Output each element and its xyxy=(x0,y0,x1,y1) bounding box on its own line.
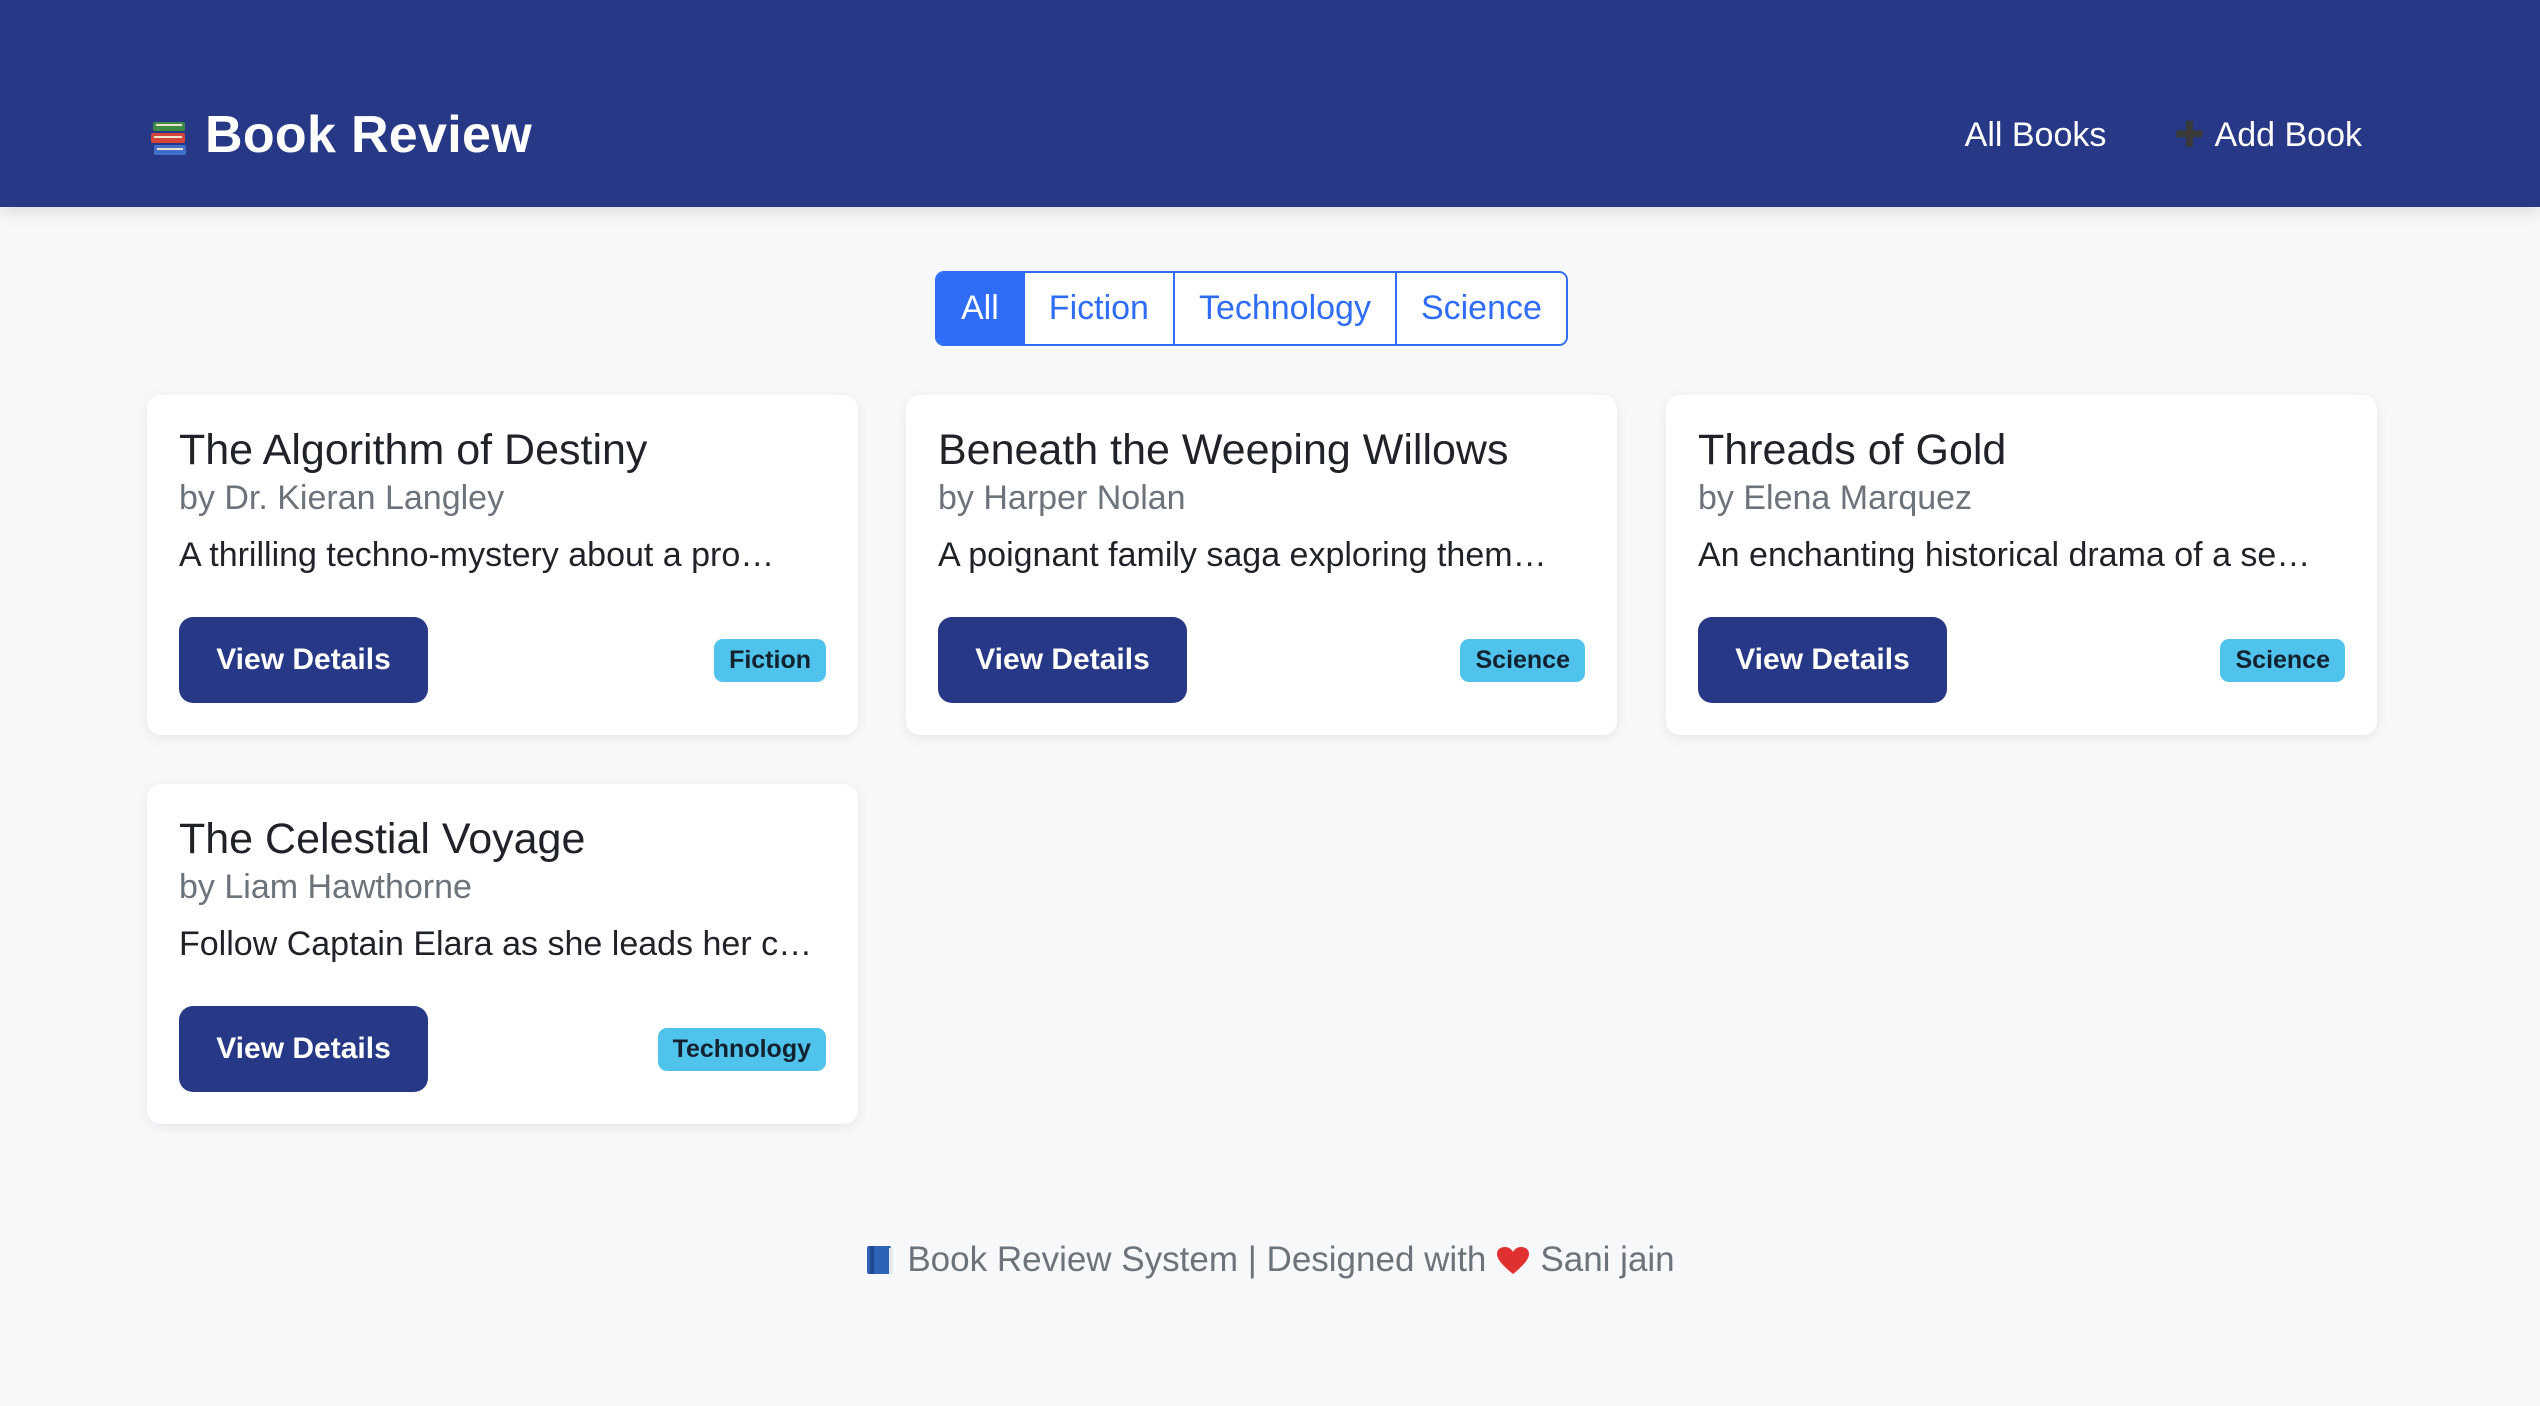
navbar: Book Review All Books ✚ Add Book xyxy=(0,0,2540,207)
card-footer: View Details Fiction xyxy=(179,617,826,703)
filter-science[interactable]: Science xyxy=(1396,273,1566,344)
book-author: by Elena Marquez xyxy=(1698,478,1973,517)
red-heart-icon xyxy=(1496,1245,1530,1275)
view-details-button[interactable]: View Details xyxy=(1698,617,1947,703)
book-description: An enchanting historical drama of a se… xyxy=(1698,535,2311,574)
filter-technology[interactable]: Technology xyxy=(1174,273,1397,344)
nav-all-books[interactable]: All Books xyxy=(1965,116,2107,155)
book-card: Beneath the Weeping Willows by Harper No… xyxy=(906,395,1617,735)
view-details-button[interactable]: View Details xyxy=(938,617,1187,703)
book-author: by Liam Hawthorne xyxy=(179,867,472,906)
nav-add-book[interactable]: ✚ Add Book xyxy=(2174,114,2362,156)
view-details-button[interactable]: View Details xyxy=(179,617,428,703)
book-title: Beneath the Weeping Willows xyxy=(938,426,1509,474)
brand-title: Book Review xyxy=(205,106,532,164)
filter-fiction[interactable]: Fiction xyxy=(1024,273,1175,344)
category-badge: Science xyxy=(1460,638,1585,682)
category-badge: Science xyxy=(2220,638,2345,682)
card-footer: View Details Technology xyxy=(179,1006,826,1092)
book-description: Follow Captain Elara as she leads her c… xyxy=(179,924,813,963)
page-footer: Book Review System | Designed with Sani … xyxy=(0,1240,2540,1280)
blue-book-icon xyxy=(865,1244,895,1276)
category-badge: Fiction xyxy=(714,638,826,682)
card-footer: View Details Science xyxy=(1698,617,2345,703)
book-card: The Algorithm of Destiny by Dr. Kieran L… xyxy=(147,395,858,735)
books-stack-icon xyxy=(147,113,191,157)
plus-icon: ✚ xyxy=(2174,114,2205,155)
footer-text: Book Review System | Designed with xyxy=(907,1240,1487,1279)
footer-author: Sani jain xyxy=(1540,1240,1675,1279)
brand[interactable]: Book Review xyxy=(147,98,532,172)
book-card: The Celestial Voyage by Liam Hawthorne F… xyxy=(147,784,858,1124)
nav-links: All Books ✚ Add Book xyxy=(1965,107,2362,163)
nav-add-book-label: Add Book xyxy=(2214,115,2362,154)
category-badge: Technology xyxy=(657,1027,826,1071)
filter-all[interactable]: All xyxy=(937,273,1025,344)
card-footer: View Details Science xyxy=(938,617,1585,703)
book-description: A thrilling techno-mystery about a pro… xyxy=(179,535,775,574)
view-details-button[interactable]: View Details xyxy=(179,1006,428,1092)
category-filter: All Fiction Technology Science xyxy=(935,271,1568,346)
book-title: The Celestial Voyage xyxy=(179,815,586,863)
book-author: by Harper Nolan xyxy=(938,478,1186,517)
book-description: A poignant family saga exploring them… xyxy=(938,535,1547,574)
nav-all-books-label: All Books xyxy=(1964,115,2107,154)
book-author: by Dr. Kieran Langley xyxy=(179,478,505,517)
book-card: Threads of Gold by Elena Marquez An ench… xyxy=(1666,395,2377,735)
book-title: The Algorithm of Destiny xyxy=(179,426,648,474)
book-title: Threads of Gold xyxy=(1698,426,2007,474)
